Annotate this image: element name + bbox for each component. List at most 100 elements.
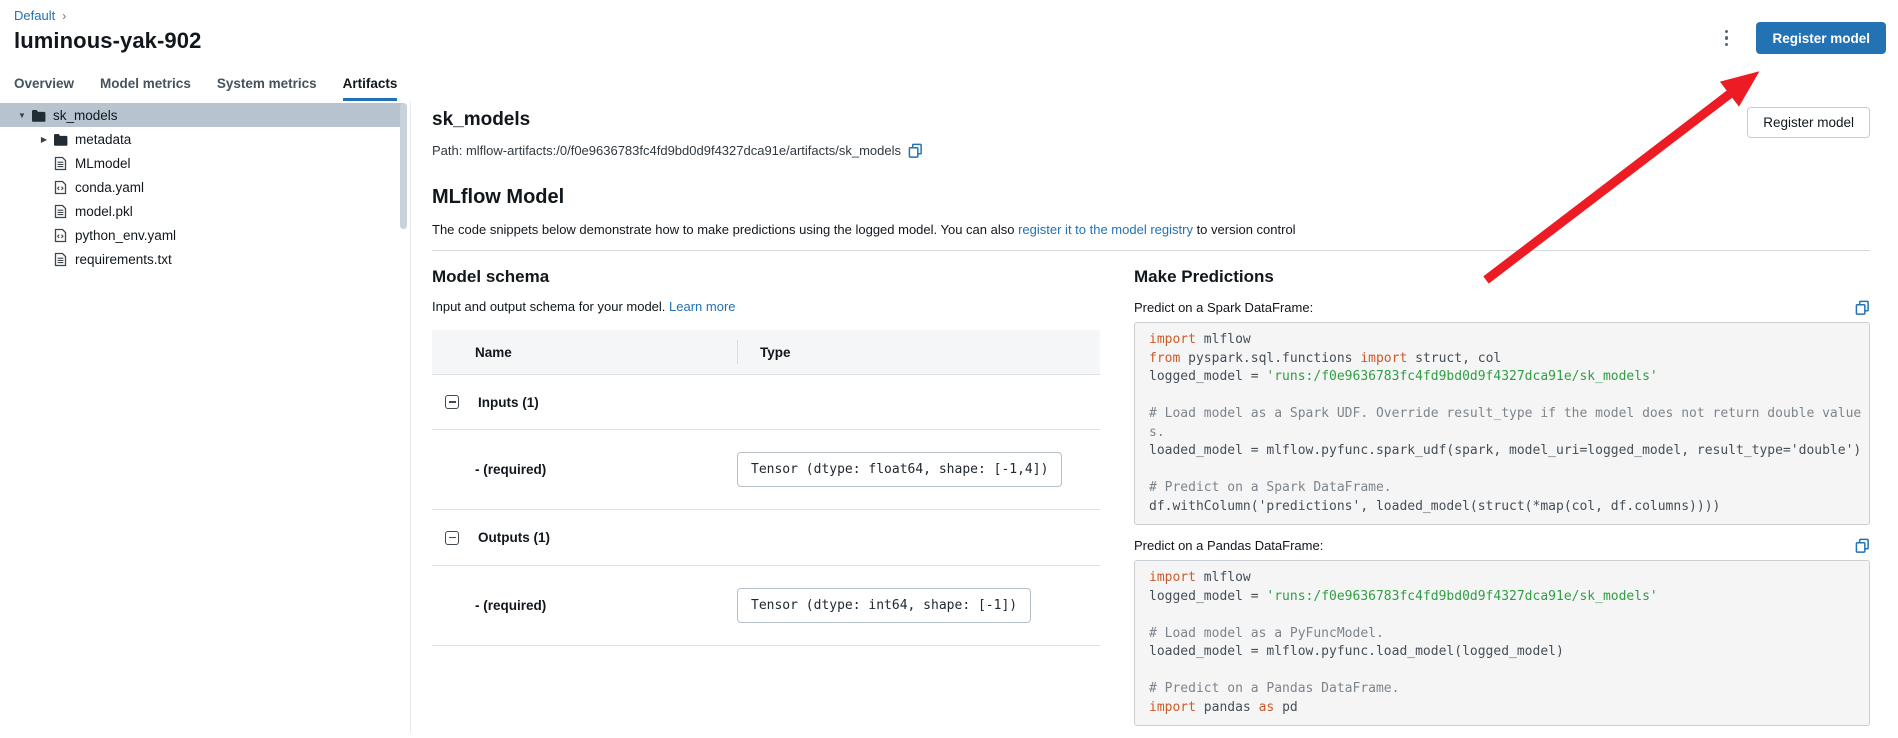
file-icon [52,251,68,267]
caret-right-icon[interactable]: ▶ [36,135,52,144]
code-line: import pandas as pd [1149,699,1865,718]
schema-row-name: - (required) [432,462,737,477]
code-line: loaded_model = mlflow.pyfunc.spark_udf(s… [1149,442,1865,461]
copy-pandas-code-icon[interactable] [1855,538,1870,553]
collapse-minus-icon[interactable] [445,395,459,409]
code-line [1149,662,1865,681]
artifact-detail-pane: Register model sk_models Path: mlflow-ar… [411,101,1898,733]
code-line [1149,606,1865,625]
pandas-snippet-header: Predict on a Pandas DataFrame: [1134,538,1870,553]
schema-row-type: Tensor (dtype: float64, shape: [-1,4]) [737,452,1100,487]
schema-row: - (required)Tensor (dtype: int64, shape:… [432,566,1100,646]
folder-icon [52,131,68,147]
model-schema-title: Model schema [432,267,1100,287]
tree-item-label: model.pkl [75,204,133,219]
tree-item-mlmodel[interactable]: MLmodel [0,151,404,175]
spark-code-block: import mlflowfrom pyspark.sql.functions … [1134,322,1870,525]
collapse-minus-icon[interactable] [445,531,459,545]
artifact-title: sk_models [432,109,1870,131]
code-line [1149,461,1865,480]
file-icon [52,179,68,195]
description-text: The code snippets below demonstrate how … [432,222,1018,237]
code-line: # Predict on a Spark DataFrame. [1149,479,1865,498]
tree-item-requirements-txt[interactable]: requirements.txt [0,247,404,271]
model-schema-table: Name Type Inputs (1)- (required)Tensor (… [432,330,1100,646]
schema-row: - (required)Tensor (dtype: float64, shap… [432,430,1100,510]
tab-model-metrics[interactable]: Model metrics [100,76,191,101]
artifact-file-tree: ▼ sk_models ▶ metadata MLmodel conda.yaml mode… [0,101,411,733]
run-tabs: Overview Model metrics System metrics Artif… [0,76,1898,101]
header-actions: Register model [1717,22,1886,54]
register-model-button-primary[interactable]: Register model [1756,22,1886,54]
artifact-path: Path: mlflow-artifacts:/0/f0e9636783fc4f… [432,143,901,158]
code-line: # Predict on a Pandas DataFrame. [1149,680,1865,699]
tensor-type-chip: Tensor (dtype: float64, shape: [-1,4]) [737,452,1062,487]
model-registry-link[interactable]: register it to the model registry [1018,222,1193,237]
code-line: logged_model = 'runs:/f0e9636783fc4fd9bd… [1149,368,1865,387]
model-schema-subtitle: Input and output schema for your model. … [432,299,1100,314]
code-line: from pyspark.sql.functions import struct… [1149,350,1865,369]
file-icon [52,155,68,171]
code-line: df.withColumn('predictions', loaded_mode… [1149,498,1865,517]
mlflow-model-header: MLflow Model [432,186,1870,209]
schema-row-name: - (required) [432,598,737,613]
description-text: to version control [1193,222,1296,237]
pandas-snippet-label: Predict on a Pandas DataFrame: [1134,538,1323,553]
schema-group-outputs-1: Outputs (1) [432,510,1100,566]
tree-item-sk-models[interactable]: ▼ sk_models [0,103,404,127]
schema-group-label: Outputs (1) [478,530,550,545]
tab-system-metrics[interactable]: System metrics [217,76,317,101]
tree-item-label: python_env.yaml [75,228,176,243]
schema-group-inputs-1: Inputs (1) [432,374,1100,430]
model-schema-subtitle-text: Input and output schema for your model. [432,299,669,314]
file-icon [52,203,68,219]
artifact-path-row: Path: mlflow-artifacts:/0/f0e9636783fc4f… [432,143,1870,158]
artifacts-content: ▼ sk_models ▶ metadata MLmodel conda.yaml mode… [0,101,1898,733]
tree-scrollbar-thumb[interactable] [400,103,407,229]
code-line: loaded_model = mlflow.pyfunc.load_model(… [1149,643,1865,662]
run-header: Default › luminous-yak-902 Register model [0,0,1898,54]
code-line: # Load model as a Spark UDF. Override re… [1149,405,1865,442]
schema-column-name: Name [432,345,737,360]
tree-item-model-pkl[interactable]: model.pkl [0,199,404,223]
make-predictions-section: Make Predictions Predict on a Spark Data… [1134,251,1870,726]
tree-item-python-env-yaml[interactable]: python_env.yaml [0,223,404,247]
pandas-code-block: import mlflowlogged_model = 'runs:/f0e96… [1134,560,1870,726]
caret-down-icon[interactable]: ▼ [14,111,30,120]
spark-snippet-label: Predict on a Spark DataFrame: [1134,300,1313,315]
breadcrumb-separator: › [62,9,66,23]
tab-artifacts[interactable]: Artifacts [343,76,398,101]
code-line: logged_model = 'runs:/f0e9636783fc4fd9bd… [1149,588,1865,607]
model-schema-section: Model schema Input and output schema for… [432,251,1100,646]
tree-item-label: sk_models [53,108,118,123]
make-predictions-title: Make Predictions [1134,267,1870,287]
register-model-button-secondary[interactable]: Register model [1747,107,1870,138]
schema-table-header: Name Type [432,330,1100,374]
schema-group-label: Inputs (1) [478,395,539,410]
tree-item-label: MLmodel [75,156,131,171]
schema-row-type: Tensor (dtype: int64, shape: [-1]) [737,588,1100,623]
code-line: import mlflow [1149,331,1865,350]
spark-snippet-header: Predict on a Spark DataFrame: [1134,300,1870,315]
copy-path-icon[interactable] [908,143,923,158]
copy-spark-code-icon[interactable] [1855,300,1870,315]
tree-item-metadata[interactable]: ▶ metadata [0,127,404,151]
code-line: import mlflow [1149,569,1865,588]
tree-item-conda-yaml[interactable]: conda.yaml [0,175,404,199]
code-line [1149,387,1865,406]
file-icon [52,227,68,243]
folder-icon [30,107,46,123]
tree-item-label: requirements.txt [75,252,172,267]
breadcrumb: Default › [14,8,1884,23]
overflow-menu-icon[interactable] [1717,24,1737,53]
tree-item-label: conda.yaml [75,180,144,195]
learn-more-link[interactable]: Learn more [669,299,735,314]
schema-column-type: Type [737,340,1100,364]
tab-overview[interactable]: Overview [14,76,74,101]
tree-item-label: metadata [75,132,131,147]
tensor-type-chip: Tensor (dtype: int64, shape: [-1]) [737,588,1031,623]
breadcrumb-experiment-link[interactable]: Default [14,8,55,23]
code-line: # Load model as a PyFuncModel. [1149,625,1865,644]
mlflow-model-description: The code snippets below demonstrate how … [432,222,1870,237]
page-title: luminous-yak-902 [14,28,1884,54]
